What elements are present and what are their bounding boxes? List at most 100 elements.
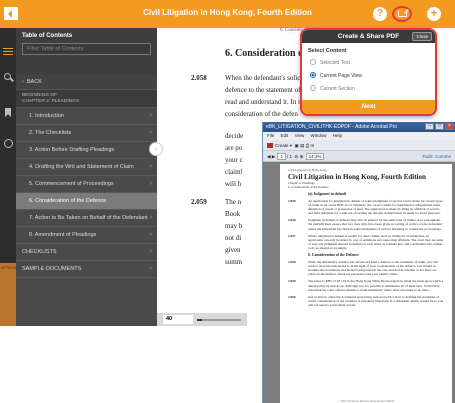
- body-line: When the defendant's solic: [225, 74, 301, 82]
- menu-window[interactable]: Window: [311, 133, 327, 138]
- toc-item[interactable]: CHECKLISTS ›: [16, 244, 157, 261]
- page-section: 6. Consideration of the Defence: [288, 185, 329, 189]
- toc-breadcrumb: BEGINNING OF CHAPTER 2: PLEADINGS: [16, 90, 157, 108]
- toc-item-label: 4. Drafting the Writ and Statement of Cl…: [29, 164, 134, 170]
- toc-item[interactable]: 3. Action Before Drafting Pleadings›: [16, 142, 157, 159]
- toc-item-label: SAMPLE DOCUMENTS: [22, 266, 82, 272]
- menu-help[interactable]: Help: [333, 133, 342, 138]
- create-share-pdf-dialog: Create & Share PDF Close Select Content …: [300, 28, 437, 116]
- paragraph-number: 2.059: [191, 198, 207, 206]
- page-paragraph: 2.057 Where judgment is default is sought…: [288, 234, 444, 250]
- search-icon[interactable]: [3, 72, 13, 82]
- create-button[interactable]: Create: [275, 143, 289, 148]
- paragraph-text: Judgment in default of defence may also …: [308, 218, 442, 231]
- acrobat-window-title: eBK_LITIGATION_CIVILITHK-EDPDF - Adobe A…: [266, 124, 398, 130]
- radio-button[interactable]: [310, 85, 316, 91]
- paragraph-number: 2.058: [191, 74, 207, 82]
- option-current-page-view[interactable]: Current Page View: [302, 69, 435, 82]
- zoom-field[interactable]: 14.3%: [305, 153, 325, 160]
- toc-item-label: 2. The Checklists: [29, 130, 72, 136]
- acrobat-toolbar: Create ▾ ▣ ▤ ⎙ ✉: [263, 140, 455, 151]
- save-icon[interactable]: ▤: [300, 143, 304, 148]
- chevron-right-icon: ›: [149, 112, 152, 119]
- option-current-section[interactable]: Current Section: [302, 82, 435, 95]
- rail-accent: ATTACHMENTS: [0, 263, 30, 326]
- toc-header: Table of Contents Filter Table of Conten…: [16, 28, 157, 75]
- page-number-field[interactable]: 1: [277, 153, 286, 160]
- collapse-panel-icon[interactable]: [4, 7, 18, 20]
- toc-title: Table of Contents: [22, 33, 73, 39]
- comment-button[interactable]: Comme: [435, 154, 451, 159]
- tools-button[interactable]: Tools: [422, 154, 433, 159]
- dialog-title: Create & Share PDF: [337, 33, 400, 40]
- toc-item[interactable]: 8. Amendment of Pleadings ›: [16, 227, 157, 244]
- toc-item-label: 5. Commencement of Proceedings: [29, 181, 114, 187]
- chevron-right-icon: ›: [149, 129, 152, 136]
- paragraph-number: 2.055: [288, 199, 296, 203]
- bookmark-icon[interactable]: [3, 108, 13, 118]
- zoom-in-icon[interactable]: ⊕: [300, 154, 304, 159]
- document-area[interactable]: Civil Litigation in Hong Kong Civil Liti…: [263, 162, 455, 403]
- menu-edit[interactable]: Edit: [281, 133, 289, 138]
- section-heading: 6. Consideration of the Defence: [308, 253, 359, 258]
- toc-item[interactable]: 7. Action to Be Taken on Behalf of the D…: [16, 210, 157, 227]
- menu-view[interactable]: View: [295, 133, 305, 138]
- acrobat-menubar: File Edit View Window Help: [263, 132, 455, 140]
- paragraph-number: 2.060: [288, 294, 296, 299]
- toc-back-button[interactable]: ‹ BACK: [16, 75, 157, 90]
- page-footer: © 2013 Thomson Reuters Hong Kong Limited: [337, 399, 395, 403]
- toc-item-label: CHECKLISTS: [22, 249, 57, 255]
- minimize-icon[interactable]: –: [425, 123, 434, 130]
- next-page-icon[interactable]: ▶: [272, 154, 275, 159]
- help-icon[interactable]: ?: [373, 7, 387, 21]
- page-running-head: Civil Litigation in Hong Kong: [288, 168, 327, 172]
- radio-button[interactable]: [310, 59, 316, 65]
- option-label: Selected Text: [320, 60, 350, 66]
- toc-back-label: BACK: [26, 79, 42, 85]
- body-line: defence to the statement of: [225, 86, 301, 94]
- toc-item[interactable]: SAMPLE DOCUMENTS ›: [16, 261, 157, 278]
- toc-filter-input[interactable]: Filter Table of Contents: [22, 43, 151, 55]
- plus-icon[interactable]: +: [427, 7, 441, 21]
- email-icon[interactable]: ✉: [310, 143, 314, 148]
- paragraph-text: The notes to RHC O.18 r.19 in the Hong K…: [308, 279, 444, 292]
- body-line: given: [225, 246, 241, 254]
- share-pdf-icon[interactable]: ➚: [392, 6, 412, 22]
- print-icon[interactable]: ⎙: [306, 143, 310, 148]
- panel-resize-handle[interactable]: ‹: [149, 142, 163, 156]
- next-button[interactable]: Next: [302, 100, 435, 114]
- option-selected-text[interactable]: Selected Text: [302, 56, 435, 69]
- toc-item-label: 6. Consideration of the Defence: [29, 198, 107, 204]
- paragraph-text: When the defendant's solicitor has serve…: [308, 260, 439, 277]
- toc-item[interactable]: 5. Commencement of Proceedings ›: [16, 176, 157, 193]
- menu-file[interactable]: File: [267, 133, 274, 138]
- toc-item-label: 3. Action Before Drafting Pleadings: [29, 147, 115, 153]
- paragraph-number: 2.059: [288, 279, 296, 284]
- toc-item[interactable]: 4. Drafting the Writ and Statement of Cl…: [16, 159, 157, 176]
- toc-crumb-line2: CHAPTER 2: PLEADINGS: [22, 99, 80, 104]
- chevron-right-icon: ›: [149, 265, 152, 272]
- page-navigator: 40: [157, 313, 247, 326]
- open-icon[interactable]: ▣: [295, 143, 299, 148]
- page-number-input[interactable]: 40: [163, 315, 193, 324]
- prev-page-icon[interactable]: ◀: [267, 154, 270, 159]
- page-slider-fill: [197, 319, 203, 321]
- acrobat-window: eBK_LITIGATION_CIVILITHK-EDPDF - Adobe A…: [262, 122, 455, 403]
- close-button[interactable]: Close: [412, 32, 432, 41]
- toc-item-selected[interactable]: 6. Consideration of the Defence: [16, 193, 157, 210]
- toc-item[interactable]: 1. Introduction ›: [16, 108, 157, 125]
- close-icon[interactable]: ×: [445, 123, 454, 130]
- toc-item-label: 8. Amendment of Pleadings: [29, 232, 97, 238]
- radio-button[interactable]: [310, 72, 316, 78]
- chevron-right-icon: ›: [149, 231, 152, 238]
- zoom-out-icon[interactable]: ⊖: [295, 154, 299, 159]
- toc-item[interactable]: 2. The Checklists ›: [16, 125, 157, 142]
- list-icon[interactable]: [3, 46, 13, 56]
- page-slider[interactable]: [197, 319, 241, 321]
- page-paragraph: 2.055 An application for judgment in defa…: [288, 199, 444, 215]
- body-line: your c: [225, 156, 243, 164]
- history-icon[interactable]: [3, 138, 13, 148]
- window-controls: – □ ×: [424, 123, 454, 130]
- maximize-icon[interactable]: □: [435, 123, 444, 130]
- body-line: consideration of the defen: [225, 110, 298, 118]
